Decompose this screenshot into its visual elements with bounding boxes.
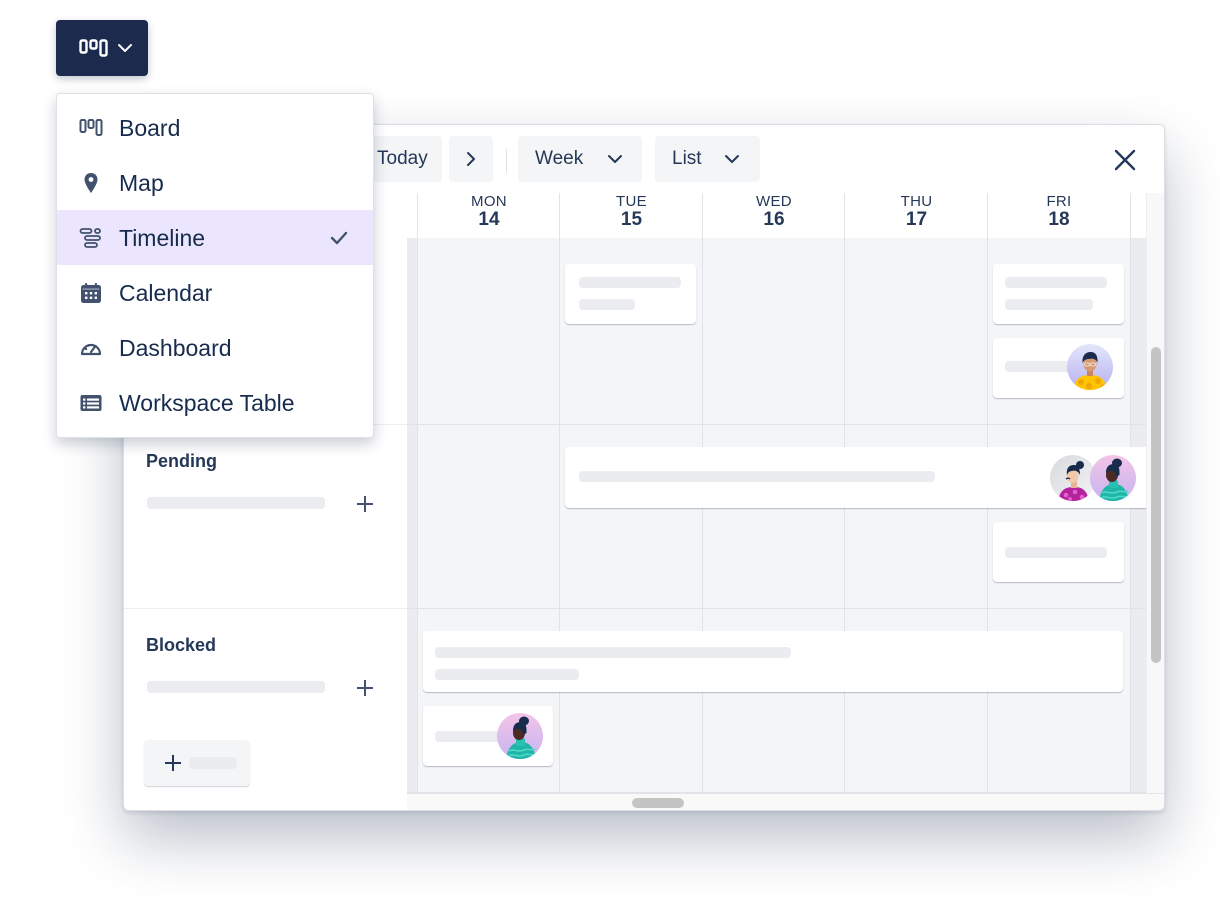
avatar (1090, 455, 1136, 501)
board-icon (79, 39, 108, 57)
add-item-icon[interactable] (356, 495, 374, 513)
menu-item-board[interactable]: Board (57, 100, 373, 155)
day-date: 16 (763, 209, 785, 230)
day-of-week: FRI (1046, 193, 1072, 210)
today-button[interactable]: Today (364, 136, 442, 182)
card-title-placeholder (579, 277, 681, 288)
avatar (497, 713, 543, 759)
menu-item-label: Calendar (119, 280, 213, 306)
row-label-blocked: Blocked (146, 635, 217, 655)
timeline-icon (79, 228, 101, 248)
card-title-placeholder (1005, 547, 1107, 558)
menu-item-label: Dashboard (119, 335, 232, 361)
menu-item-label: Map (119, 170, 164, 196)
card-title-placeholder (435, 647, 791, 658)
menu-item-calendar[interactable]: Calendar (57, 265, 373, 320)
view-switcher-button[interactable] (56, 20, 148, 76)
day-date: 15 (620, 209, 643, 230)
button-label-placeholder (189, 757, 237, 769)
chevron-down-icon (118, 44, 132, 52)
day-date: 17 (905, 209, 928, 230)
group-select[interactable]: List (655, 136, 760, 182)
day-of-week: THU (900, 193, 933, 210)
day-of-week: WED (756, 193, 792, 210)
day-header: MON 14 TUE 15 WED 16 THU 17 FRI 18 (407, 193, 1146, 239)
day-of-week: MON (471, 193, 507, 210)
vertical-scrollbar-thumb[interactable] (1151, 347, 1161, 663)
chevron-right-icon (467, 152, 475, 166)
menu-item-map[interactable]: Map (57, 155, 373, 210)
event-card[interactable] (993, 522, 1124, 582)
day-date: 18 (1048, 209, 1070, 230)
next-week-button[interactable] (449, 136, 493, 182)
day-column-thu (844, 238, 988, 793)
avatar (1067, 344, 1113, 390)
card-title-placeholder (579, 471, 935, 482)
horizontal-scrollbar-track[interactable] (407, 793, 1164, 810)
event-card-multiday[interactable] (423, 631, 1123, 692)
row-description-placeholder (147, 681, 325, 693)
row-description-placeholder (147, 497, 325, 509)
card-meta-placeholder (1005, 299, 1093, 310)
calendar-grid (407, 238, 1146, 793)
card-title-placeholder (1005, 277, 1107, 288)
event-card[interactable] (423, 706, 553, 766)
map-pin-icon (84, 173, 98, 193)
day-date: 14 (478, 209, 500, 230)
card-meta-placeholder (435, 669, 579, 680)
day-of-week: TUE (616, 193, 647, 210)
event-card[interactable] (993, 264, 1124, 324)
day-column-wed (702, 238, 845, 793)
table-icon (80, 395, 102, 411)
view-switcher-menu: Board Map Timeline Calendar Dashboard Wo… (56, 93, 374, 438)
day-header-fri: FRI 18 (987, 193, 1131, 238)
toolbar-divider (506, 149, 507, 173)
dashboard-icon (80, 343, 102, 356)
event-card[interactable] (993, 338, 1124, 398)
event-card-multiday[interactable] (565, 447, 1146, 508)
menu-item-label: Workspace Table (119, 390, 295, 416)
row-line (407, 424, 1146, 425)
add-item-icon[interactable] (356, 679, 374, 697)
grid-gutter (1130, 238, 1146, 793)
calendar-icon (81, 283, 101, 303)
add-row-button[interactable] (144, 740, 250, 786)
board-icon (79, 119, 103, 136)
chevron-down-icon (608, 155, 622, 163)
day-header-thu: THU 17 (844, 193, 988, 238)
chevron-down-icon (725, 155, 739, 163)
row-separator (124, 608, 407, 609)
menu-item-dashboard[interactable]: Dashboard (57, 320, 373, 375)
row-line (407, 608, 1146, 609)
day-header-tue: TUE 15 (559, 193, 703, 238)
menu-item-workspace-table[interactable]: Workspace Table (57, 375, 373, 430)
checkmark-icon (330, 231, 348, 245)
menu-item-label: Board (119, 115, 181, 141)
horizontal-scrollbar-thumb[interactable] (632, 798, 684, 808)
row-label-pending: Pending (146, 451, 217, 471)
close-icon[interactable] (1113, 148, 1137, 172)
event-card[interactable] (565, 264, 696, 324)
range-label: Week (535, 148, 584, 169)
range-select[interactable]: Week (518, 136, 642, 182)
menu-item-label: Timeline (119, 225, 206, 251)
menu-item-timeline[interactable]: Timeline (57, 210, 373, 265)
card-meta-placeholder (579, 299, 635, 310)
group-label: List (672, 148, 702, 169)
day-header-mon: MON 14 (417, 193, 560, 238)
today-label: Today (377, 148, 428, 169)
plus-icon (165, 755, 181, 771)
grid-gutter (407, 238, 417, 793)
day-header-wed: WED 16 (702, 193, 845, 238)
